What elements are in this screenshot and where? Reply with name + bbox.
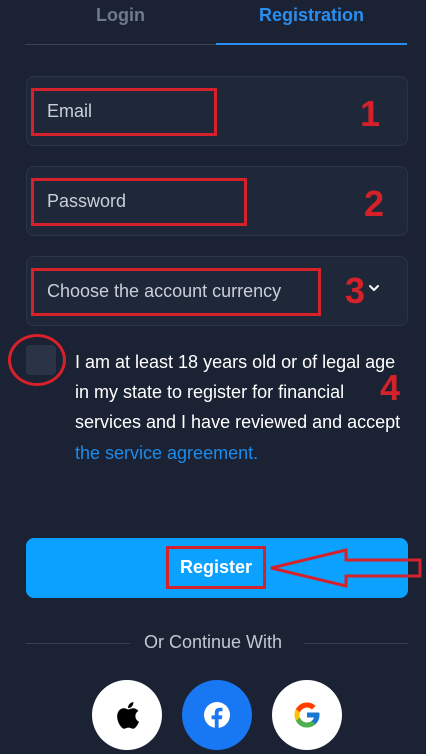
annotation-box-email xyxy=(31,88,217,136)
apple-icon xyxy=(117,702,139,729)
apple-login-button[interactable] xyxy=(92,680,162,750)
register-button-label: Register xyxy=(166,546,266,589)
tab-login[interactable]: Login xyxy=(25,0,216,45)
annotation-circle-checkbox xyxy=(8,334,66,386)
annotation-number-3: 3 xyxy=(345,270,366,311)
google-login-button[interactable] xyxy=(272,680,342,750)
divider-right xyxy=(304,643,408,644)
annotation-number-1: 1 xyxy=(360,93,381,134)
annotation-box-password xyxy=(31,178,247,226)
chevron-down-icon xyxy=(369,285,379,291)
google-icon xyxy=(294,702,320,728)
annotation-arrow xyxy=(270,548,422,588)
terms-text-block: I am at least 18 years old or of legal a… xyxy=(75,347,405,468)
service-agreement-link[interactable]: the service agreement. xyxy=(75,438,405,468)
facebook-login-button[interactable] xyxy=(182,680,252,750)
annotation-number-2: 2 xyxy=(364,183,385,224)
facebook-icon xyxy=(204,702,230,729)
annotation-box-currency xyxy=(31,268,321,316)
tab-registration[interactable]: Registration xyxy=(216,0,407,45)
terms-text: I am at least 18 years old or of legal a… xyxy=(75,352,401,432)
